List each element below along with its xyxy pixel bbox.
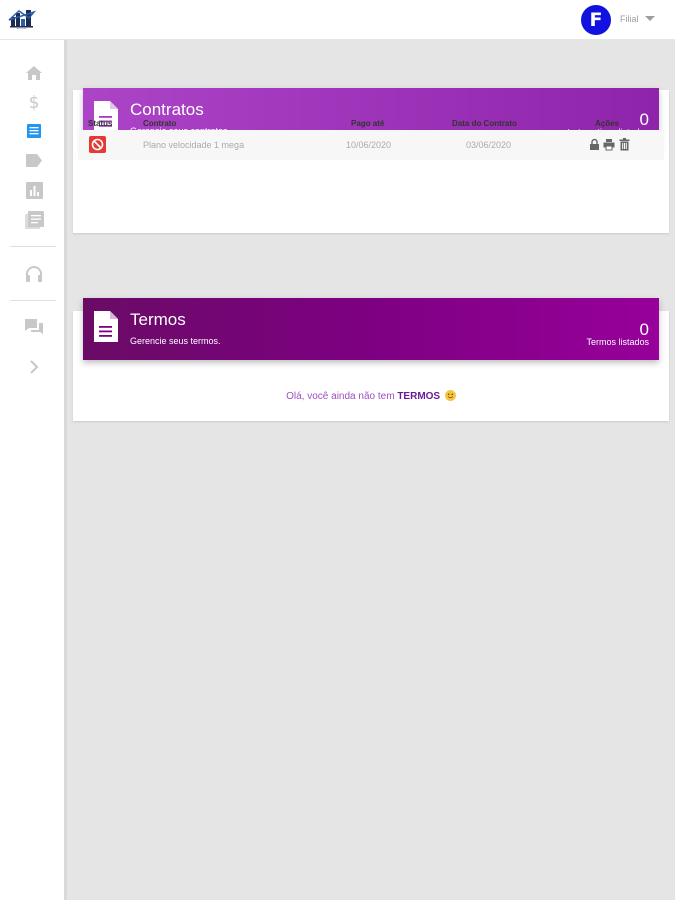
nav-divider (10, 300, 56, 301)
contracts-icon[interactable] (24, 121, 44, 141)
home-icon[interactable] (24, 63, 44, 83)
nav-divider (10, 246, 56, 247)
terms-subtitle: Gerencie seus termos. (130, 336, 221, 346)
paid-until-value: 10/06/2020 (346, 140, 392, 150)
column-header-status: Status (88, 119, 113, 128)
document-icon (93, 310, 119, 343)
table-row[interactable]: Plano velocidade 1 mega 10/06/2020 03/06… (78, 130, 664, 160)
chart-icon[interactable] (24, 180, 44, 200)
contract-name: Plano velocidade 1 mega (143, 140, 245, 150)
contract-date-value: 03/06/2020 (466, 140, 512, 150)
dollar-icon[interactable]: $ (24, 92, 44, 112)
contracts-card: Contratos Gerencie seus contratos. 0 con… (73, 88, 669, 233)
terms-count-label: Termos listados (586, 337, 649, 347)
svg-text:$: $ (29, 93, 40, 112)
tag-icon[interactable] (24, 150, 44, 170)
terms-empty-message: Olá, você ainda não tem TERMOS (73, 390, 669, 402)
terms-empty-highlight: TERMOS (397, 391, 441, 402)
smile-emoji-icon (444, 390, 456, 401)
headset-icon[interactable] (24, 264, 44, 284)
column-header-contract: Contrato (143, 119, 177, 128)
terms-empty-text: Olá, você ainda não tem (286, 391, 395, 402)
chat-icon[interactable] (24, 317, 44, 337)
chevron-right-icon[interactable] (24, 357, 44, 377)
terms-title: Termos (130, 310, 186, 329)
column-header-actions: Ações (595, 119, 620, 128)
delete-icon[interactable] (619, 138, 630, 151)
company-logo[interactable]: ALTERNET (7, 8, 37, 34)
logo-caption: ALTERNET (16, 28, 28, 30)
lock-icon[interactable] (589, 138, 600, 151)
main-content: Contratos Gerencie seus contratos. 0 con… (67, 40, 675, 900)
blocked-status-icon (89, 136, 106, 153)
column-header-contract-date: Data do Contrato (452, 119, 517, 128)
print-icon[interactable] (603, 138, 615, 151)
column-header-paid-until: Pago até (351, 119, 385, 128)
contracts-table: Status Contrato Pago até Data do Contrat… (73, 0, 669, 190)
sidebar: $ (0, 40, 67, 900)
library-icon[interactable] (24, 210, 44, 230)
terms-card: Termos Gerencie seus termos. 0 Termos li… (73, 298, 669, 421)
terms-header: Termos Gerencie seus termos. 0 Termos li… (83, 298, 659, 360)
